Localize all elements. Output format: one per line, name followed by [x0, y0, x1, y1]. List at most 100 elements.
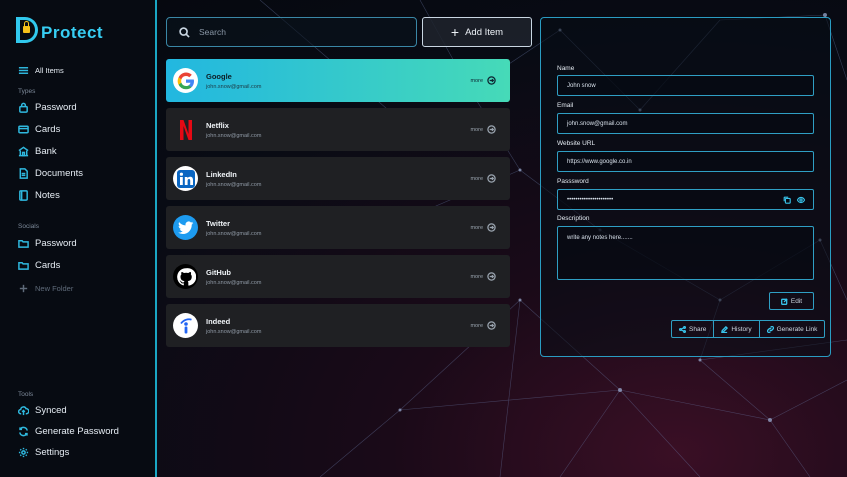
- sidebar-item-label: Synced: [35, 405, 67, 416]
- sidebar-item-label: Cards: [35, 260, 61, 271]
- more-button[interactable]: more: [470, 76, 496, 85]
- search-input[interactable]: [199, 27, 399, 37]
- website-label: Website URL: [557, 140, 596, 147]
- credit-card-icon: [18, 125, 29, 134]
- arrow-right-circle-icon: [487, 321, 496, 330]
- website-field[interactable]: https://www.google.co.in: [557, 151, 814, 172]
- notebook-icon: [19, 190, 28, 201]
- search-icon: [179, 26, 190, 38]
- edit-icon: [780, 297, 788, 305]
- sidebar-item-all-items[interactable]: All Items: [18, 65, 64, 76]
- sidebar-item-label: Settings: [35, 447, 70, 458]
- sidebar-item-label: Cards: [35, 124, 61, 135]
- edit-label: Edit: [790, 297, 803, 305]
- more-button[interactable]: more: [470, 223, 496, 232]
- share-button[interactable]: Share: [672, 321, 715, 337]
- name-value: John snow: [567, 82, 596, 89]
- pencil-icon: [721, 325, 729, 333]
- generate-link-label: Generate Link: [776, 325, 818, 333]
- history-button[interactable]: History: [714, 321, 760, 337]
- sidebar-item-documents[interactable]: Documents: [18, 168, 83, 179]
- more-button[interactable]: more: [470, 321, 496, 330]
- refresh-icon: [19, 426, 28, 437]
- more-label: more: [470, 175, 483, 182]
- sidebar-item-label: Generate Password: [35, 426, 119, 437]
- folder-icon: [18, 240, 29, 248]
- arrow-right-circle-icon: [487, 272, 496, 281]
- copy-icon[interactable]: [783, 196, 791, 204]
- sidebar-item-notes[interactable]: Notes: [18, 190, 60, 201]
- item-name: Google: [206, 71, 232, 81]
- list-item-linkedin[interactable]: LinkedIn john.snow@gmail.com more: [166, 157, 510, 200]
- sidebar-item-label: Bank: [35, 146, 57, 157]
- netflix-icon: [173, 117, 198, 142]
- arrow-right-circle-icon: [487, 76, 496, 85]
- eye-icon[interactable]: [797, 196, 805, 204]
- sidebar-item-label: Password: [35, 238, 77, 249]
- password-value: ••••••••••••••••••••••: [567, 196, 614, 203]
- app-logo[interactable]: Protect: [16, 17, 103, 43]
- cloud-upload-icon: [18, 406, 29, 416]
- more-button[interactable]: more: [470, 174, 496, 183]
- document-icon: [19, 168, 28, 179]
- section-socials-label: Socials: [18, 223, 39, 230]
- list-item-twitter[interactable]: Twitter john.snow@gmail.com more: [166, 206, 510, 249]
- item-email: john.snow@gmail.com: [206, 328, 262, 335]
- item-name: Indeed: [206, 316, 231, 326]
- sidebar-item-label: Notes: [35, 190, 60, 201]
- name-field[interactable]: John snow: [557, 75, 814, 96]
- email-value: john.snow@gmail.com: [567, 120, 628, 127]
- sidebar-item-socials-password[interactable]: Password: [18, 238, 77, 249]
- indeed-icon: [173, 313, 198, 338]
- add-item-button[interactable]: + Add Item: [422, 17, 532, 47]
- sidebar-item-password[interactable]: Password: [18, 102, 77, 113]
- password-label: Passsword: [557, 178, 589, 185]
- arrow-right-circle-icon: [487, 125, 496, 134]
- history-label: History: [731, 325, 752, 333]
- new-folder-button[interactable]: New Folder: [18, 283, 73, 294]
- more-button[interactable]: more: [470, 125, 496, 134]
- search-bar[interactable]: [166, 17, 417, 47]
- item-email: john.snow@gmail.com: [206, 279, 262, 286]
- sidebar-item-bank[interactable]: Bank: [18, 146, 57, 157]
- list-item-indeed[interactable]: Indeed john.snow@gmail.com more: [166, 304, 510, 347]
- sidebar-item-generate-password[interactable]: Generate Password: [18, 426, 119, 437]
- logo-text: Protect: [41, 23, 104, 42]
- more-label: more: [470, 126, 483, 133]
- detail-panel: Name John snow Email john.snow@gmail.com…: [540, 17, 831, 357]
- password-field[interactable]: ••••••••••••••••••••••: [557, 189, 814, 210]
- new-folder-label: New Folder: [35, 284, 74, 293]
- item-name: Twitter: [206, 218, 231, 228]
- arrow-right-circle-icon: [487, 174, 496, 183]
- email-field[interactable]: john.snow@gmail.com: [557, 113, 814, 134]
- logo-lock-icon: [16, 17, 38, 43]
- plus-icon: [19, 284, 28, 293]
- main-panel: + Add Item Google john.snow@gmail.com mo…: [157, 0, 847, 477]
- list-item-github[interactable]: GitHub john.snow@gmail.com more: [166, 255, 510, 298]
- sidebar-item-label: Documents: [35, 168, 84, 179]
- description-value: write any notes here.......: [567, 235, 633, 241]
- list-item-google[interactable]: Google john.snow@gmail.com more: [166, 59, 510, 102]
- sidebar-item-settings[interactable]: Settings: [18, 447, 69, 458]
- generate-link-button[interactable]: Generate Link: [760, 321, 825, 337]
- gear-icon: [18, 447, 29, 458]
- more-label: more: [470, 273, 483, 280]
- more-button[interactable]: more: [470, 272, 496, 281]
- sidebar: Protect All Items Types Password Cards B…: [0, 0, 157, 477]
- linkedin-icon: [173, 166, 198, 191]
- edit-button[interactable]: Edit: [769, 292, 814, 310]
- google-icon: [173, 68, 198, 93]
- name-label: Name: [557, 65, 575, 72]
- app-window: Protect All Items Types Password Cards B…: [0, 0, 847, 477]
- sidebar-item-cards[interactable]: Cards: [18, 124, 60, 135]
- item-email: john.snow@gmail.com: [206, 230, 262, 237]
- description-field[interactable]: write any notes here.......: [557, 226, 814, 280]
- list-item-netflix[interactable]: Netflix john.snow@gmail.com more: [166, 108, 510, 151]
- item-email: john.snow@gmail.com: [206, 181, 262, 188]
- item-name: GitHub: [206, 267, 231, 277]
- sidebar-item-synced[interactable]: Synced: [18, 405, 67, 416]
- sidebar-item-socials-cards[interactable]: Cards: [18, 260, 60, 271]
- more-label: more: [470, 77, 483, 84]
- share-label: Share: [689, 325, 707, 333]
- section-types-label: Types: [18, 88, 36, 95]
